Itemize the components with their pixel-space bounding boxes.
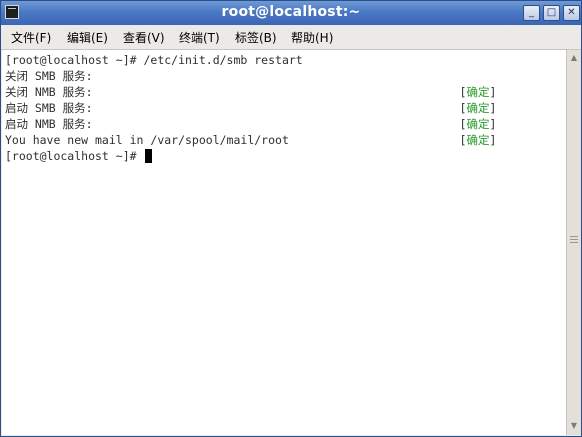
menu-help[interactable]: 帮助(H) [291,29,333,46]
terminal-output[interactable]: [root@localhost ~]# /etc/init.d/smb rest… [2,50,566,435]
menu-bar: 文件(F) 编辑(E) 查看(V) 终端(T) 标签(B) 帮助(H) [1,25,581,50]
terminal-window: root@localhost:~ _ □ ✕ 文件(F) 编辑(E) 查看(V)… [0,0,582,437]
window-title: root@localhost:~ [221,4,361,20]
menu-terminal[interactable]: 终端(T) [179,29,220,46]
terminal-line-stop-smb: 关闭 SMB 服务: [5,69,93,83]
status-ok-2: [确定] [418,84,497,115]
terminal-cursor [145,149,152,163]
terminal-line-start-nmb: 启动 NMB 服务: [5,117,93,131]
status-text: 确定 [466,133,490,147]
maximize-button[interactable]: □ [543,5,560,21]
menu-file[interactable]: 文件(F) [11,29,51,46]
menu-tabs[interactable]: 标签(B) [235,29,277,46]
status-ok-1: [确定] [418,68,497,99]
title-bar[interactable]: root@localhost:~ _ □ ✕ [1,1,581,25]
status-ok-4: [确定] [418,116,497,147]
status-bracket-close: ] [489,133,497,147]
scroll-down-arrow-icon[interactable]: ▼ [569,420,579,432]
terminal-line-mail: You have new mail in /var/spool/mail/roo… [5,133,289,147]
terminal-line-command: [root@localhost ~]# /etc/init.d/smb rest… [5,53,303,67]
close-button[interactable]: ✕ [563,5,580,21]
menu-edit[interactable]: 编辑(E) [67,29,108,46]
minimize-button[interactable]: _ [523,5,540,21]
status-ok-3: [确定] [418,100,497,131]
terminal-line-stop-nmb: 关闭 NMB 服务: [5,85,93,99]
scroll-up-arrow-icon[interactable]: ▲ [569,52,579,64]
menu-view[interactable]: 查看(V) [123,29,165,46]
terminal-line-start-smb: 启动 SMB 服务: [5,101,93,115]
terminal-line-prompt: [root@localhost ~]# [5,149,144,163]
scrollbar-grip-icon[interactable] [570,236,578,246]
vertical-scrollbar[interactable]: ▲ ▼ [566,50,581,435]
